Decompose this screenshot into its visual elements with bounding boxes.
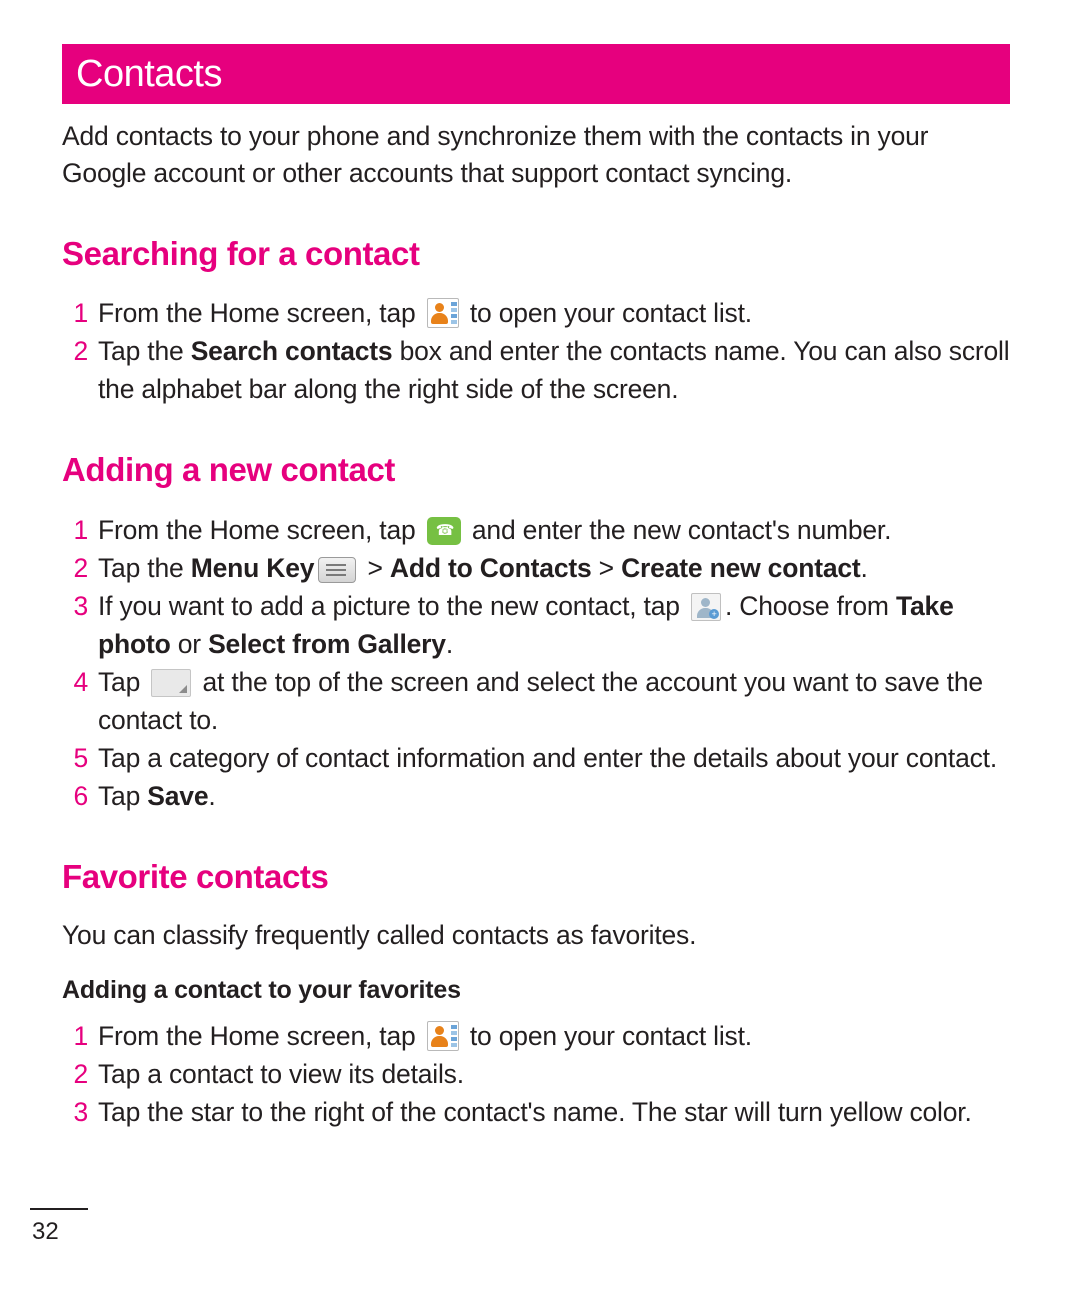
step-text: If you want to add a picture to the new …: [98, 590, 687, 621]
section-heading-adding: Adding a new contact: [62, 451, 396, 489]
step-text-tail: to open your contact list.: [462, 298, 752, 329]
page-title: Contacts: [76, 53, 222, 95]
subsection-heading-add-favorite: Adding a contact to your favorites: [62, 975, 461, 1004]
step-text: Tap: [98, 666, 148, 697]
list-item: 3 If you want to add a picture to the new…: [62, 587, 1014, 663]
search-contacts-label: Search contacts: [190, 336, 393, 367]
steps-list-searching: 1 From the Home screen, tap to open your …: [62, 294, 1014, 408]
select-from-gallery-label: Select from Gallery: [208, 628, 446, 659]
phone-dial-icon: ☎: [426, 516, 461, 545]
step-text: From the Home screen, tap: [98, 514, 423, 545]
step-text: Tap the star to the right of the contact…: [98, 1096, 972, 1127]
step-text: Tap the: [98, 336, 191, 367]
section-heading-favorites: Favorite contacts: [62, 857, 329, 895]
list-item: 1 From the Home screen, tap to open your …: [62, 294, 1014, 332]
step-number: 6: [73, 780, 88, 811]
period: .: [860, 552, 868, 583]
step-number: 1: [73, 514, 88, 545]
list-item: 3 Tap the star to the right of the contac…: [62, 1093, 1014, 1131]
separator-1: >: [360, 552, 390, 583]
page-content: Add contacts to your phone and synchroni…: [62, 118, 1014, 1131]
footer-divider: [30, 1208, 88, 1210]
page-number: 32: [32, 1218, 59, 1245]
steps-list-adding: 1 From the Home screen, tap ☎ and enter t…: [62, 511, 1014, 815]
separator-2: >: [591, 552, 622, 583]
step-text-tail: and enter the new contact's number.: [464, 514, 892, 545]
step-number: 3: [73, 1096, 88, 1127]
conjunction: or: [170, 628, 209, 659]
step-number: 1: [73, 1020, 88, 1051]
favorites-body: You can classify frequently called conta…: [62, 919, 697, 950]
step-number: 2: [73, 1058, 88, 1089]
menu-key-label: Menu Key: [190, 552, 315, 583]
contacts-icon: [426, 298, 459, 329]
step-number: 2: [73, 552, 88, 583]
list-item: 1 From the Home screen, tap ☎ and enter t…: [62, 511, 1014, 549]
list-item: 2 Tap a contact to view its details.: [62, 1055, 1014, 1093]
section-heading-searching: Searching for a contact: [62, 235, 420, 272]
list-item: 5 Tap a category of contact information a…: [62, 739, 1014, 777]
step-number: 3: [73, 590, 88, 621]
step-number: 1: [73, 298, 88, 329]
list-item: 2 Tap the Menu Key > Add to Contacts > Cr…: [62, 549, 1014, 587]
intro-paragraph: Add contacts to your phone and synchroni…: [62, 121, 929, 188]
account-dropdown-icon: [151, 668, 192, 697]
create-new-contact-label: Create new contact: [621, 552, 861, 583]
contacts-icon: [426, 1020, 459, 1051]
step-number: 5: [73, 742, 88, 773]
list-item: 4 Tap at the top of the screen and select…: [62, 663, 1014, 739]
step-text: Tap a contact to view its details.: [98, 1058, 464, 1089]
list-item: 6 Tap Save.: [62, 777, 1014, 815]
period: .: [445, 628, 454, 659]
add-to-contacts-label: Add to Contacts: [389, 552, 592, 583]
step-text: Tap a category of contact information an…: [98, 742, 998, 773]
step-text: Tap: [98, 780, 148, 811]
add-photo-icon: +: [690, 592, 721, 621]
menu-key-icon: [318, 556, 357, 583]
list-item: 1 From the Home screen, tap to open your …: [62, 1017, 1014, 1055]
step-number: 2: [73, 336, 88, 367]
step-text-tail: at the top of the screen and select the …: [98, 666, 983, 735]
step-text-mid: . Choose from: [724, 590, 896, 621]
period: .: [208, 780, 216, 811]
steps-list-favorites: 1 From the Home screen, tap to open your …: [62, 1017, 1014, 1131]
list-item: 2 Tap the Search contacts box and enter t…: [62, 332, 1014, 408]
step-text: From the Home screen, tap: [98, 298, 423, 329]
step-text: Tap the: [98, 552, 191, 583]
step-text-tail: to open your contact list.: [462, 1020, 752, 1051]
step-text: From the Home screen, tap: [98, 1020, 423, 1051]
manual-page: Contacts Add contacts to your phone and …: [0, 0, 1080, 1296]
page-header-bar: Contacts: [62, 44, 1010, 104]
save-label: Save: [147, 780, 209, 811]
step-number: 4: [73, 666, 88, 697]
